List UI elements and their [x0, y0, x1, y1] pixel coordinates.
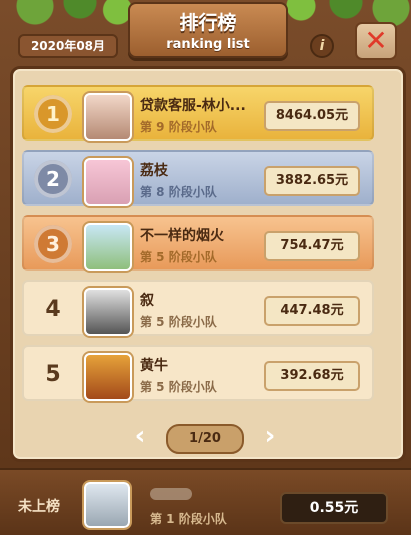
- rank-number: 4: [45, 297, 61, 322]
- avatar: [84, 288, 132, 336]
- info-icon[interactable]: i: [310, 34, 334, 58]
- title-chinese: 排行榜: [179, 12, 237, 34]
- silver-medal-icon: 2: [34, 160, 72, 198]
- date-label: 2020年08月: [18, 34, 118, 58]
- player-amount: 392.68元: [264, 361, 360, 391]
- rank-number: 5: [45, 362, 61, 387]
- gold-medal-icon: 1: [34, 95, 72, 133]
- player-name: 叙: [140, 293, 154, 309]
- blurred-name: [150, 488, 192, 500]
- bronze-medal-icon: 3: [34, 225, 72, 263]
- self-amount: 0.55元: [280, 492, 388, 524]
- title-plank: 排行榜 ranking list: [128, 2, 288, 58]
- player-stage: 第 9 阶段小队: [140, 120, 217, 134]
- page-indicator: 1/20: [166, 424, 244, 454]
- ranking-row-4[interactable]: 4 叙 第 5 阶段小队 447.48元: [22, 280, 374, 336]
- player-amount: 8464.05元: [264, 101, 360, 131]
- close-icon: ✕: [364, 24, 388, 57]
- player-amount: 3882.65元: [264, 166, 360, 196]
- avatar: [84, 223, 132, 271]
- avatar: [84, 353, 132, 401]
- player-name: 不一样的烟火: [140, 228, 224, 244]
- avatar: [84, 158, 132, 206]
- self-stage: 第 1 阶段小队: [150, 512, 227, 526]
- player-stage: 第 5 阶段小队: [140, 380, 217, 394]
- player-name: 黄牛: [140, 358, 168, 374]
- ranking-row-1[interactable]: 1 贷款客服-林小... 第 9 阶段小队 8464.05元: [22, 85, 374, 141]
- chevron-right-icon[interactable]: ›: [258, 422, 282, 450]
- player-stage: 第 5 阶段小队: [140, 250, 217, 264]
- title-english: ranking list: [166, 37, 250, 52]
- chevron-left-icon[interactable]: ‹: [128, 422, 152, 450]
- player-stage: 第 5 阶段小队: [140, 315, 217, 329]
- avatar: [84, 93, 132, 141]
- player-amount: 447.48元: [264, 296, 360, 326]
- leaves-decoration-left: [0, 0, 140, 30]
- player-amount: 754.47元: [264, 231, 360, 261]
- ranking-row-3[interactable]: 3 不一样的烟火 第 5 阶段小队 754.47元: [22, 215, 374, 271]
- ranking-row-2[interactable]: 2 荔枝 第 8 阶段小队 3882.65元: [22, 150, 374, 206]
- player-name: 贷款客服-林小...: [140, 98, 246, 114]
- avatar: [84, 482, 130, 528]
- player-stage: 第 8 阶段小队: [140, 185, 217, 199]
- player-name: 荔枝: [140, 163, 168, 179]
- close-button[interactable]: ✕: [355, 22, 397, 60]
- self-rank-label: 未上榜: [18, 499, 60, 515]
- ranking-row-5[interactable]: 5 黄牛 第 5 阶段小队 392.68元: [22, 345, 374, 401]
